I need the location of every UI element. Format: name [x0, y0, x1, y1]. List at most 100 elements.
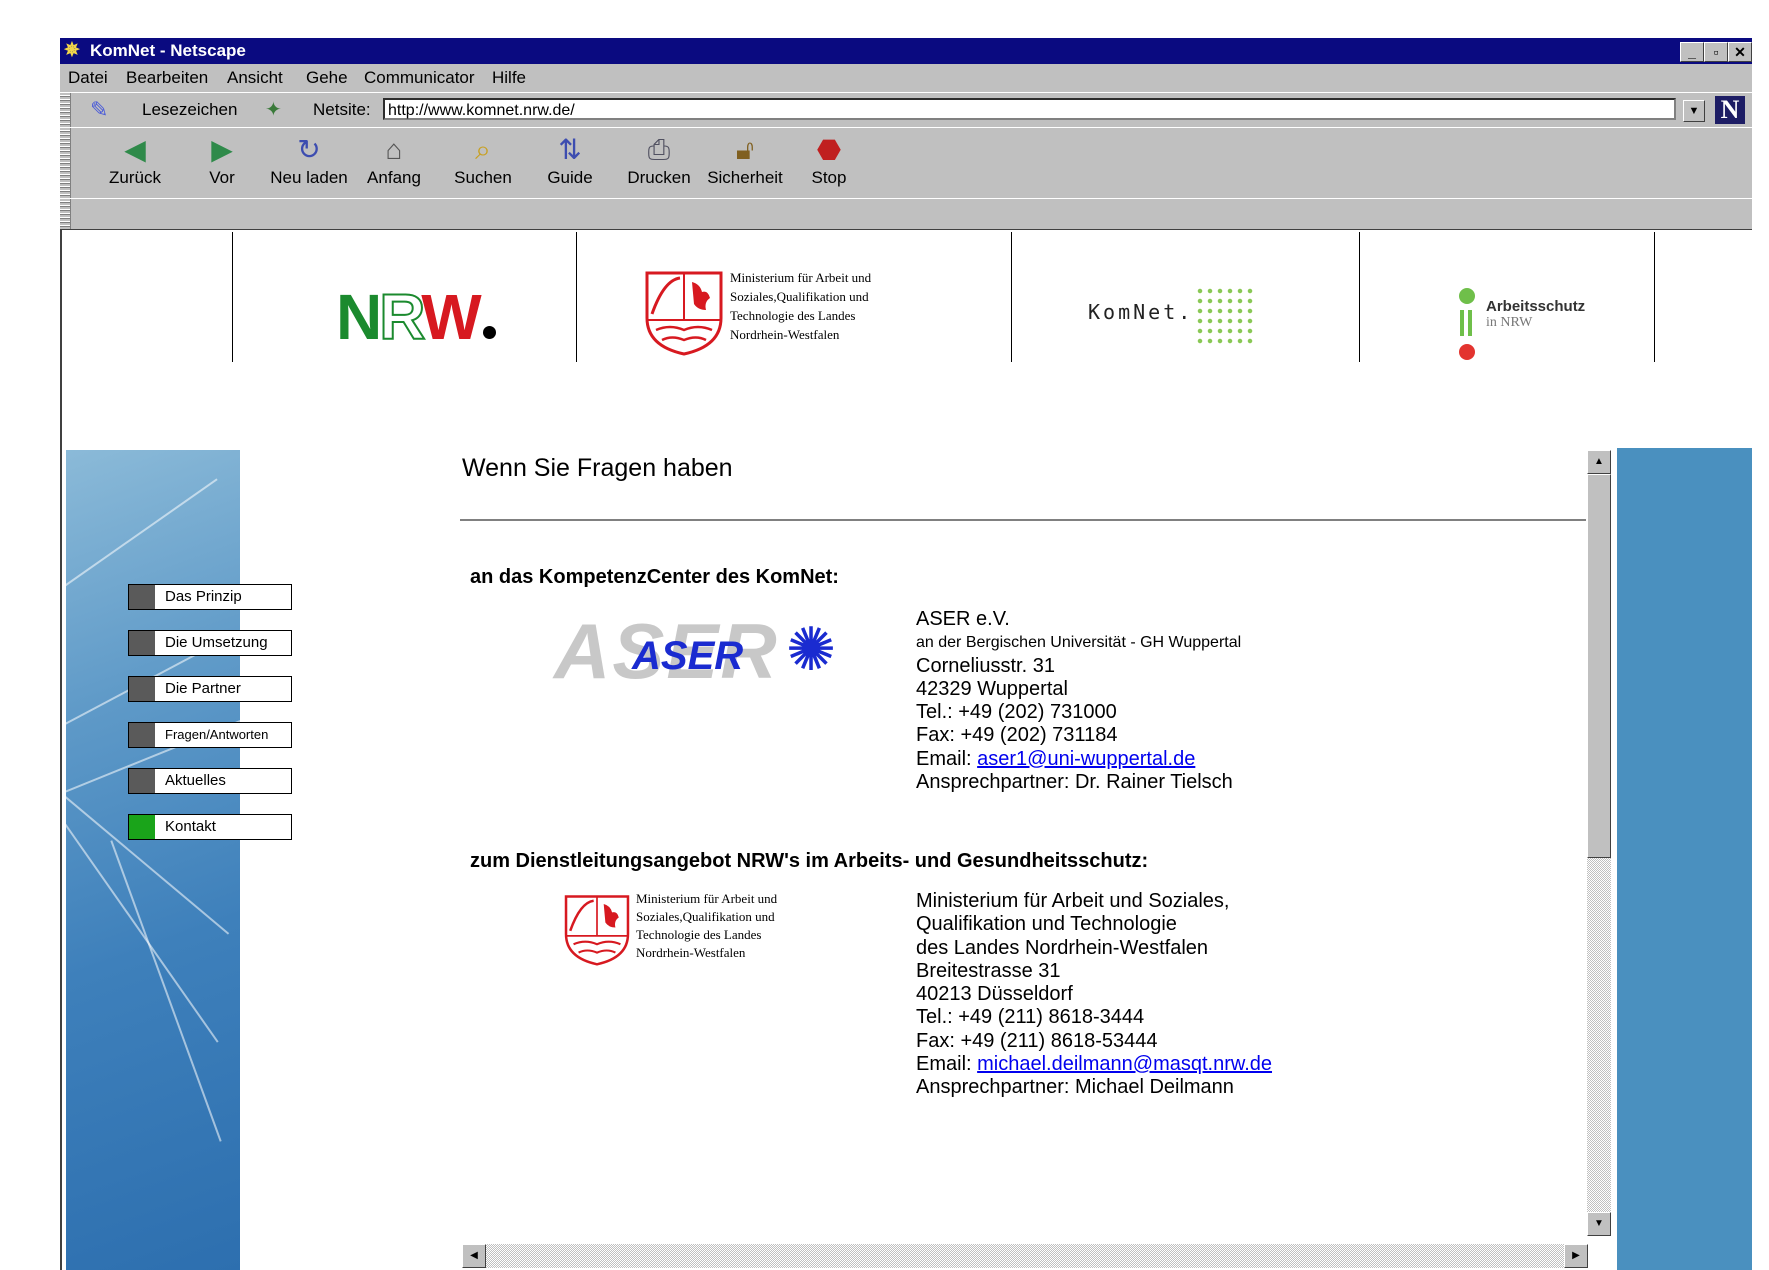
url-dropdown-button[interactable]: ▼	[1683, 100, 1705, 122]
email-label: Email:	[916, 747, 978, 770]
stop-label: Stop	[811, 168, 847, 187]
sidebar-item-marker-active	[129, 815, 155, 839]
guide-button[interactable]: ⇅ Guide	[525, 132, 615, 192]
sidebar-item-die-partner[interactable]: Die Partner	[128, 676, 292, 702]
header-divider	[576, 232, 577, 362]
scroll-down-button[interactable]: ▼	[1587, 1212, 1611, 1236]
bookmarks-button[interactable]: Lesezeichen	[142, 100, 237, 120]
sidebar-item-aktuelles[interactable]: Aktuelles	[128, 768, 292, 794]
sidebar-item-die-umsetzung[interactable]: Die Umsetzung	[128, 630, 292, 656]
address-line: 42329 Wuppertal	[916, 677, 1068, 700]
navigation-toolbar: ◀ Zurück ▶ Vor ↻ Neu laden ⌂ Anfang ⌕ Su…	[60, 127, 1752, 199]
horizontal-scrollbar[interactable]: ◀ ▶	[462, 1244, 1588, 1268]
toolbar-grip[interactable]	[60, 93, 71, 127]
minimize-button[interactable]: _	[1680, 42, 1704, 62]
header-divider	[1359, 232, 1360, 362]
komnet-dots-graphic	[1195, 286, 1255, 348]
komnet-logo[interactable]: KomNet.	[1088, 300, 1193, 324]
sidebar-item-label: Aktuelles	[165, 772, 226, 789]
sidebar-item-marker	[129, 677, 155, 701]
forward-arrow-icon: ▶	[211, 134, 233, 165]
arbeitsschutz-logo[interactable]: Arbeitsschutz in NRW	[1454, 286, 1634, 366]
menu-ansicht[interactable]: Ansicht	[227, 64, 283, 92]
phone-number: Tel.: +49 (211) 8618-3444	[916, 1006, 1145, 1029]
home-button[interactable]: ⌂ Anfang	[349, 132, 439, 192]
url-input[interactable]: http://www.komnet.nrw.de/	[383, 98, 1676, 120]
bookmarks-icon[interactable]: ✎	[90, 97, 108, 123]
close-button[interactable]: ✕	[1728, 42, 1752, 62]
aser-address: ASER e.V. an der Bergischen Universität …	[916, 608, 1241, 794]
forward-button[interactable]: ▶ Vor	[177, 132, 267, 192]
scroll-left-button[interactable]: ◀	[462, 1244, 486, 1268]
menu-bar: Datei Bearbeiten Ansicht Gehe Communicat…	[60, 64, 1752, 92]
aser-logo[interactable]: ASER ASER ✺	[554, 606, 864, 706]
menu-bearbeiten[interactable]: Bearbeiten	[126, 64, 208, 92]
nrw-logo-dot	[482, 326, 496, 339]
scroll-up-button[interactable]: ▲	[1587, 450, 1611, 474]
netscape-logo-icon[interactable]: N	[1715, 96, 1745, 124]
sidebar-item-fragen-antworten[interactable]: Fragen/Antworten	[128, 722, 292, 748]
nrw-coat-of-arms-icon[interactable]	[562, 894, 632, 966]
sidebar-photo-panel	[66, 450, 240, 1270]
nrw-coat-of-arms-icon[interactable]	[644, 270, 724, 356]
forward-label: Vor	[209, 168, 235, 187]
right-decorative-panel	[1617, 448, 1752, 1270]
email-link[interactable]: michael.deilmann@masqt.nrw.de	[977, 1053, 1272, 1075]
sidebar-item-label: Die Partner	[165, 680, 241, 697]
section-title-kompetenzcenter: an das KompetenzCenter des KomNet:	[470, 566, 839, 588]
sidebar-item-marker	[129, 723, 155, 747]
location-icon[interactable]: ✦	[265, 97, 282, 122]
fax-number: Fax: +49 (202) 731184	[916, 724, 1118, 747]
menu-datei[interactable]: Datei	[68, 64, 108, 92]
print-button[interactable]: ⎙ Drucken	[614, 132, 704, 192]
ministry-line: Soziales,Qualifikation und	[636, 909, 775, 924]
nrw-logo[interactable]: NRW	[336, 281, 496, 353]
rail-line	[110, 840, 222, 1142]
menu-hilfe[interactable]: Hilfe	[492, 64, 526, 92]
email-link[interactable]: aser1@uni-wuppertal.de	[977, 748, 1195, 770]
stop-icon: ⬣	[816, 134, 842, 165]
horizontal-rule	[460, 519, 1586, 522]
address-line: ASER e.V.	[916, 608, 1010, 630]
reload-label: Neu laden	[270, 168, 348, 187]
scroll-right-button[interactable]: ▶	[1564, 1244, 1588, 1268]
phone-number: Tel.: +49 (202) 731000	[916, 701, 1117, 724]
sidebar-item-kontakt[interactable]: Kontakt	[128, 814, 292, 840]
toolbar-grip[interactable]	[60, 128, 71, 198]
reload-button[interactable]: ↻ Neu laden	[264, 132, 354, 192]
page-title: Wenn Sie Fragen haben	[462, 454, 733, 482]
back-button[interactable]: ◀ Zurück	[90, 132, 180, 192]
sidebar-item-label: Kontakt	[165, 818, 216, 835]
netscape-app-icon: ✵	[64, 40, 80, 61]
sidebar-item-das-prinzip[interactable]: Das Prinzip	[128, 584, 292, 610]
search-button[interactable]: ⌕ Suchen	[438, 132, 528, 192]
search-label: Suchen	[454, 168, 512, 187]
sidebar-item-marker	[129, 631, 155, 655]
back-label: Zurück	[109, 168, 161, 187]
aser-logo-small: ASER	[632, 634, 744, 678]
menu-communicator[interactable]: Communicator	[364, 64, 475, 92]
security-button[interactable]: 🔓︎ Sicherheit	[700, 132, 790, 192]
vertical-scrollbar[interactable]: ▲ ▼	[1587, 450, 1611, 1236]
maximize-button[interactable]: ▫	[1704, 42, 1728, 62]
vertical-scroll-thumb[interactable]	[1587, 474, 1611, 858]
menu-gehe[interactable]: Gehe	[306, 64, 348, 92]
arbeitsschutz-title: Arbeitsschutz	[1486, 298, 1586, 315]
nrw-logo-n: N	[336, 281, 382, 353]
ministry-line: Nordrhein-Westfalen	[636, 945, 746, 960]
stop-button[interactable]: ⬣ Stop	[784, 132, 874, 192]
page-content: NRW Ministerium für Arbeit und Soziales,…	[60, 230, 1752, 1270]
guide-icon: ⇅	[558, 134, 582, 165]
ministry-line: Nordrhein-Westfalen	[730, 327, 840, 342]
address-line: Breitestrasse 31	[916, 959, 1061, 982]
window-title: KomNet - Netscape	[90, 41, 246, 60]
ministry-line: Technologie des Landes	[730, 308, 856, 323]
ministry-line: Ministerium für Arbeit und	[636, 891, 778, 906]
toolbar-grip[interactable]	[60, 199, 71, 229]
print-label: Drucken	[627, 168, 691, 187]
search-icon: ⌕	[475, 134, 491, 165]
sidebar-item-label: Das Prinzip	[165, 588, 242, 605]
sidebar-item-label: Die Umsetzung	[165, 634, 268, 651]
ministry-logo-text: Ministerium für Arbeit und Soziales,Qual…	[636, 890, 777, 962]
header-divider	[1654, 232, 1655, 362]
